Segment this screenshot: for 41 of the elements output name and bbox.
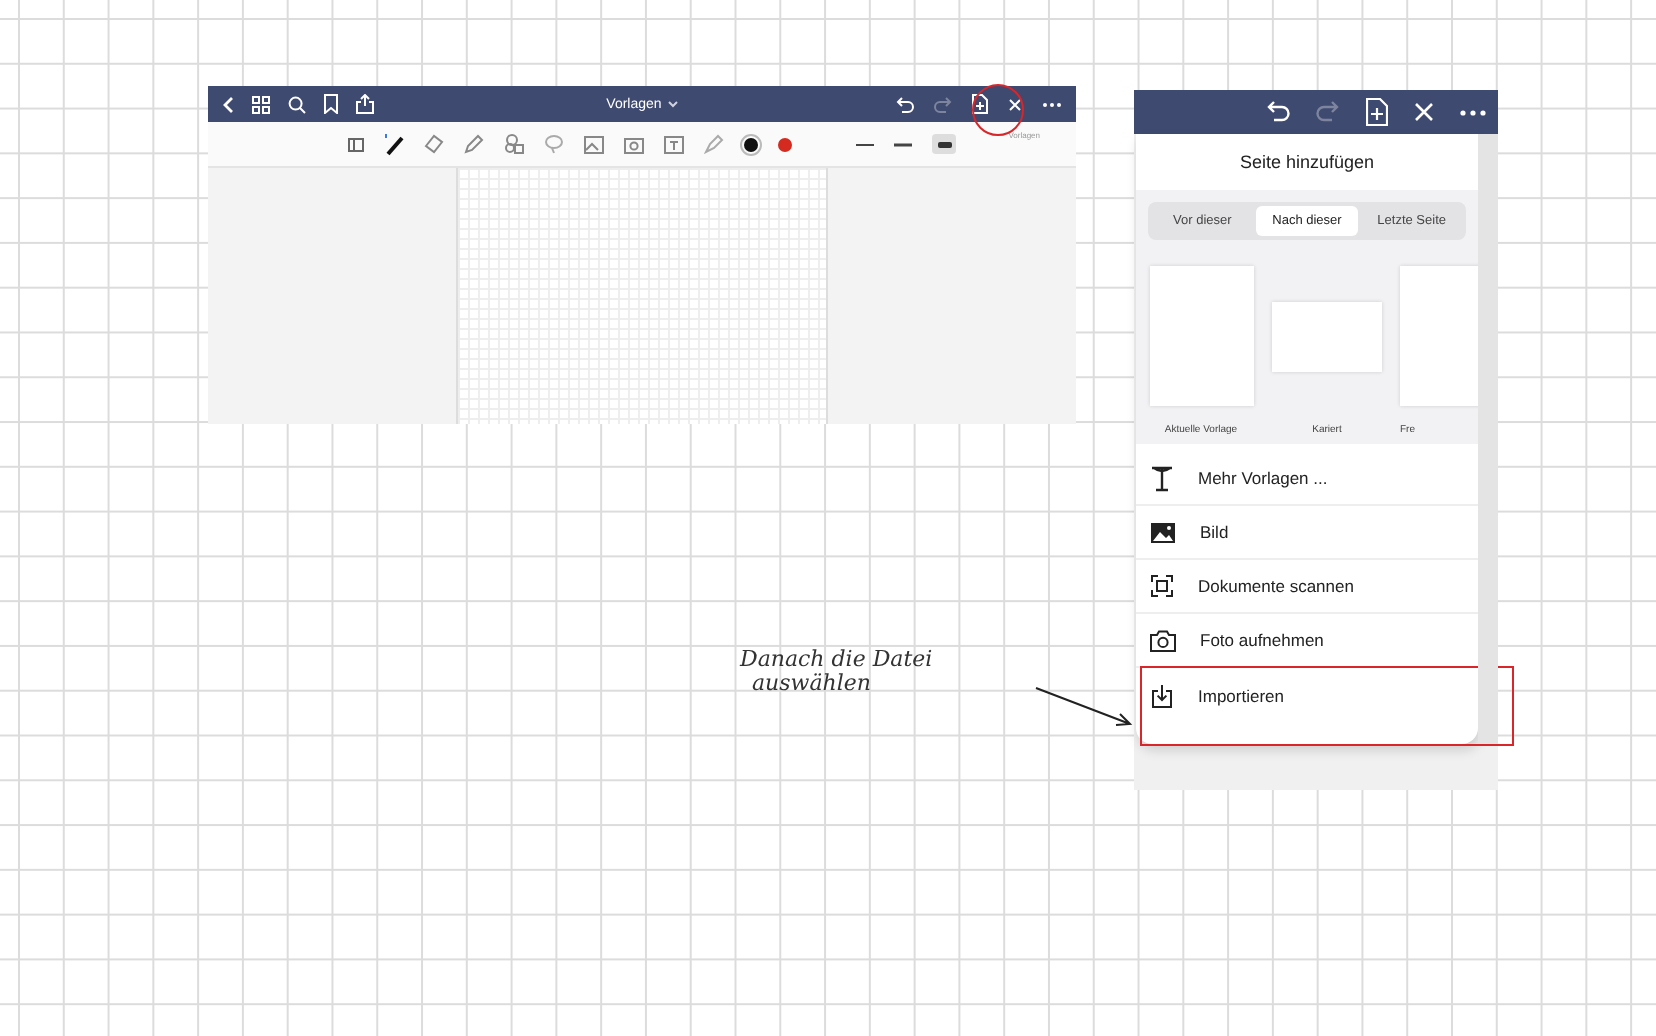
template-thumbnail[interactable] [1400, 266, 1478, 407]
share-icon[interactable] [356, 94, 374, 114]
pencil-icon[interactable] [464, 134, 484, 154]
medium-line-icon[interactable] [894, 141, 912, 147]
menu-item[interactable]: Importieren [1142, 668, 1512, 744]
thin-line-icon[interactable] [856, 141, 874, 147]
shapes-icon[interactable] [504, 134, 524, 154]
grid-icon[interactable] [252, 95, 270, 113]
bookmark-icon[interactable] [324, 94, 338, 114]
image-icon[interactable] [584, 135, 604, 153]
color-swatch[interactable] [744, 137, 758, 151]
sidebar-icon[interactable] [348, 137, 364, 151]
undo-icon[interactable] [895, 95, 914, 113]
text-box-icon[interactable] [664, 135, 684, 153]
eraser-icon[interactable] [424, 134, 444, 154]
arrow [1034, 686, 1134, 730]
close-icon[interactable] [1007, 97, 1022, 111]
color-swatch[interactable] [778, 137, 792, 151]
more-icon[interactable] [1041, 101, 1062, 107]
menu-item[interactable]: Bild [1136, 506, 1478, 560]
template-thumbnail[interactable] [1272, 301, 1382, 372]
scan-icon [1150, 574, 1174, 598]
template-thumbnail[interactable] [1149, 266, 1253, 407]
more-icon[interactable] [1460, 109, 1486, 115]
chevron-down-icon[interactable] [667, 100, 678, 108]
popover-title: Seite hinzufügen [1239, 152, 1375, 173]
camera-icon[interactable] [624, 135, 644, 153]
camera-icon [1150, 629, 1176, 651]
undo-icon[interactable] [1266, 100, 1290, 124]
marker-icon[interactable] [704, 134, 724, 154]
handwritten-note: Danach die Datei auswählen [740, 648, 933, 696]
close-icon[interactable] [1414, 102, 1434, 122]
add-page-icon[interactable] [971, 94, 988, 114]
pen-icon[interactable] [384, 132, 404, 156]
add-page-icon[interactable] [1366, 98, 1388, 126]
search-icon[interactable] [288, 95, 306, 113]
back-icon[interactable] [222, 95, 234, 113]
import-icon [1150, 683, 1174, 707]
thick-line-option[interactable] [932, 134, 956, 154]
image-icon [1150, 521, 1176, 543]
template-icon [1150, 465, 1174, 491]
